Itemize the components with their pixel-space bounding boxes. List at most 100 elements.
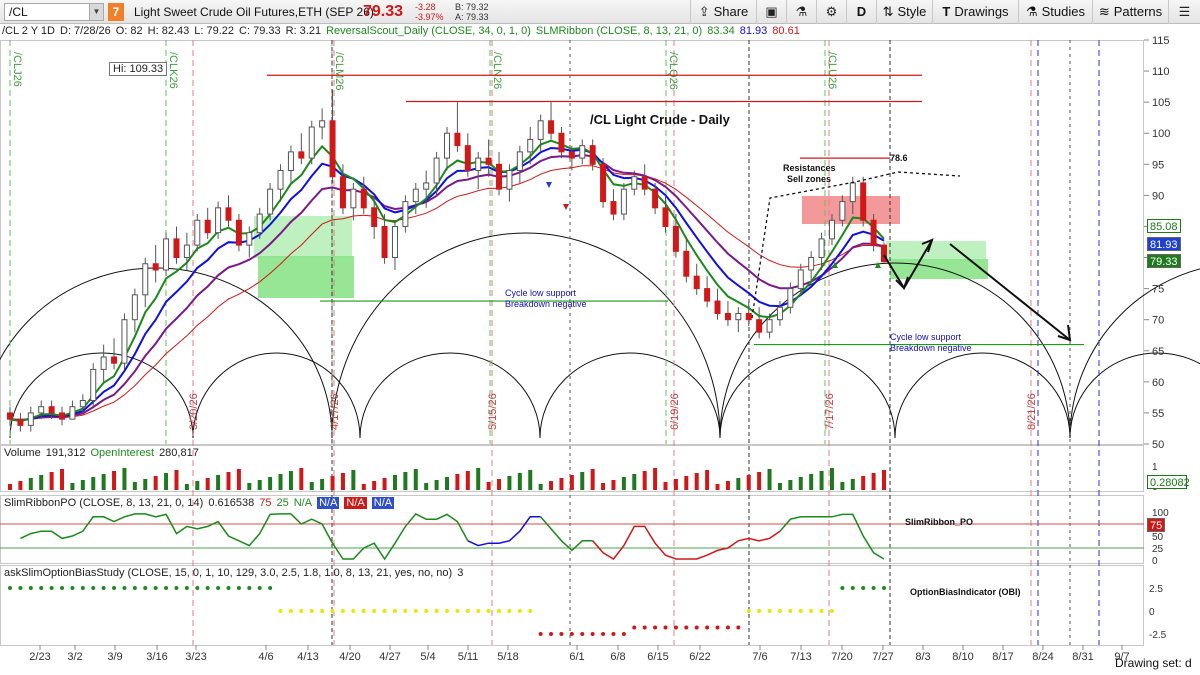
volume-bar	[268, 477, 273, 490]
candle-body	[548, 120, 555, 134]
volume-bar	[122, 468, 127, 490]
oscillator-line	[592, 525, 781, 560]
projection-down-arrow	[949, 243, 1071, 341]
volume-bar	[507, 476, 512, 490]
volume-bar	[91, 477, 96, 490]
obi-dot	[455, 609, 460, 613]
candle-body	[527, 138, 534, 153]
volume-bar	[809, 474, 814, 490]
volume-bar	[205, 478, 210, 490]
obi-dot	[517, 609, 522, 613]
cycle-date-label: 5/15/26	[487, 393, 499, 430]
candle-body	[90, 368, 97, 401]
candle-body	[308, 126, 315, 159]
candle-body	[319, 120, 326, 128]
date-tick-label: 5/11	[458, 651, 479, 663]
candle-body	[849, 182, 856, 203]
candle-body	[589, 145, 596, 165]
volume-bar	[49, 472, 54, 490]
volume-bar	[392, 475, 397, 490]
volume-bar	[288, 471, 293, 490]
candle-body	[600, 163, 607, 203]
candle-body	[277, 170, 284, 190]
date-tick-label: 6/22	[689, 651, 710, 663]
candle-body	[69, 406, 76, 420]
cycle-support-1a: Cycle low support	[505, 288, 577, 298]
date-tick-label: 8/10	[952, 651, 973, 663]
candle-body	[631, 176, 638, 190]
slimribbon-label[interactable]: SlimRibbonPO (CLOSE, 8, 13, 21, 0, 14)	[4, 497, 203, 509]
oi-label[interactable]: OpenInterest	[90, 447, 154, 459]
volume-bar	[8, 484, 12, 490]
candle-body	[215, 207, 222, 234]
candle-body	[298, 151, 305, 159]
volume-bar	[829, 468, 834, 490]
date-tick-label: 4/20	[339, 651, 360, 663]
volume-bar	[580, 472, 585, 490]
price-tick-label: 115	[1152, 35, 1170, 47]
obi-dot	[767, 609, 772, 613]
obi-dot	[840, 586, 845, 590]
volume-bar	[132, 482, 137, 490]
obi-dot	[673, 625, 678, 630]
obi-dot	[70, 586, 75, 590]
support-zone-light	[254, 216, 352, 258]
candle-body	[329, 120, 336, 178]
candle-body	[860, 182, 867, 221]
contract-label: /CLN26	[491, 52, 503, 89]
obi-dot	[18, 586, 23, 590]
volume-bar	[226, 472, 231, 490]
candle-body	[59, 412, 66, 420]
obi-dot	[476, 609, 481, 613]
volume-bar	[850, 479, 855, 490]
volume-bar	[153, 476, 158, 490]
cycle-support-1b: Breakdown negative	[505, 299, 587, 309]
cycle-date-label: 6/19/26	[669, 393, 681, 430]
obi-dot	[684, 625, 689, 630]
obi-dot	[413, 609, 418, 613]
obi-dot	[507, 609, 512, 613]
drawing-set-status[interactable]: Drawing set: d	[1115, 656, 1192, 670]
obi-dot	[91, 586, 96, 590]
cycle-date-label: 4/17/26	[329, 393, 341, 430]
volume-label[interactable]: Volume	[4, 447, 41, 459]
date-tick-label: 4/27	[379, 651, 400, 663]
candle-body	[17, 418, 24, 426]
contract-label: /CLJ26	[11, 52, 23, 87]
obi-dot	[60, 586, 65, 590]
candle-body	[662, 207, 669, 227]
candle-body	[797, 269, 804, 290]
candle-body	[714, 300, 721, 314]
date-tick-label: 7/27	[872, 651, 893, 663]
obi-dot	[725, 625, 730, 630]
volume-value: 191,312	[45, 447, 86, 459]
obi-dot	[777, 609, 782, 613]
obi-dot	[195, 586, 200, 590]
volume-bar	[60, 469, 65, 490]
volume-bar	[569, 475, 574, 490]
obi-dot	[850, 586, 855, 590]
sell-zones-label: Sell zones	[787, 174, 832, 184]
candle-body	[620, 188, 627, 215]
candle-body	[173, 238, 180, 259]
obi-dot	[143, 586, 148, 590]
date-tick-label: 6/8	[610, 651, 625, 663]
candle-body	[225, 207, 232, 221]
volume-bar	[777, 483, 782, 490]
volume-bar	[497, 479, 502, 490]
candle-body	[776, 306, 783, 321]
date-tick-label: 7/20	[831, 651, 852, 663]
cycle-date-label: 7/17/26	[824, 393, 836, 430]
volume-bar	[340, 473, 345, 490]
volume-bar	[673, 479, 678, 490]
volume-bar	[101, 474, 106, 490]
obi-label[interactable]: askSlimOptionBiasStudy (CLOSE, 15, 0, 1,…	[4, 567, 452, 579]
cycle-date-label: 8/21/26	[1026, 393, 1038, 430]
volume-bar	[549, 481, 554, 490]
date-tick-label: 6/15	[647, 651, 668, 663]
obi-dot	[882, 586, 886, 590]
price-tick-label: 50	[1152, 439, 1164, 451]
candle-body	[641, 176, 648, 190]
date-tick-label: 8/17	[992, 651, 1013, 663]
volume-bar	[184, 484, 189, 490]
